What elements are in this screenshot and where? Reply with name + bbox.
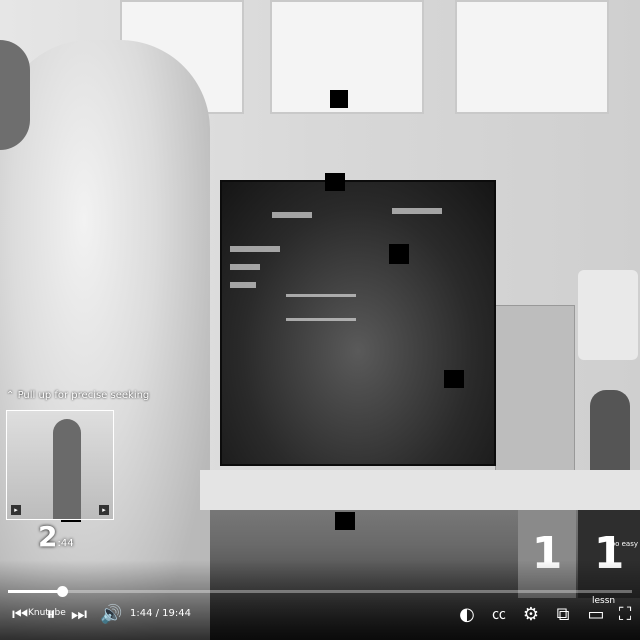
tv-ui-line bbox=[230, 282, 256, 288]
fullscreen-icon[interactable]: ⛶ bbox=[614, 604, 636, 626]
seek-preview-thumbnail: ▸ ▸ bbox=[6, 410, 114, 520]
tv-stand bbox=[200, 470, 640, 510]
tv-ui-line bbox=[230, 246, 280, 252]
miniplayer-icon[interactable]: ⧉ bbox=[552, 604, 574, 626]
occlusion-patch bbox=[335, 512, 355, 530]
occlusion-patch bbox=[444, 370, 464, 388]
time-display: 1:44 / 19:44 bbox=[130, 608, 192, 619]
seek-time: 2:44 bbox=[38, 520, 74, 553]
chevron-up-icon: ⌃ bbox=[6, 390, 15, 401]
autoplay-toggle-icon[interactable]: ◐ bbox=[455, 604, 479, 626]
video-frame[interactable]: 1 1 too easy ⌃ Pull up for precise seekin… bbox=[0, 0, 640, 640]
seek-hint-text: Pull up for precise seeking bbox=[17, 390, 150, 401]
occlusion-patch bbox=[325, 173, 345, 191]
occlusion-patch bbox=[330, 90, 348, 108]
occlusion-patch bbox=[389, 244, 409, 264]
play-icon: ▸ bbox=[11, 505, 21, 515]
progress-fill bbox=[8, 590, 62, 593]
seek-time-major: 2 bbox=[38, 520, 58, 553]
tv-screen bbox=[220, 180, 496, 466]
endscreen-tag: too easy bbox=[608, 540, 638, 548]
progress-scrubber[interactable] bbox=[56, 586, 68, 597]
tv-ui-line bbox=[286, 294, 356, 297]
lamp bbox=[578, 270, 638, 360]
seek-time-minor: :44 bbox=[57, 538, 74, 549]
progress-bar[interactable] bbox=[8, 586, 632, 597]
tv-ui-line bbox=[286, 318, 356, 321]
skip-next-icon[interactable]: ⏭ bbox=[70, 604, 88, 626]
tv-ui-line bbox=[230, 264, 260, 270]
preview-figure bbox=[53, 419, 81, 519]
presenter bbox=[0, 40, 210, 640]
seek-hint: ⌃ Pull up for precise seeking bbox=[6, 390, 149, 401]
tv-ui-line bbox=[272, 212, 312, 218]
tv-ui-line bbox=[392, 208, 442, 214]
pause-icon[interactable]: ⏸ bbox=[42, 604, 60, 626]
theater-mode-icon[interactable]: ▭ bbox=[585, 604, 607, 626]
player-controls: ⏮ Knutube ⏸ ⏭ 🔊 1:44 / 19:44 ◐ ㏄ ⚙ ⧉ les… bbox=[0, 596, 640, 638]
volume-icon[interactable]: 🔊 bbox=[100, 604, 122, 626]
window-right bbox=[455, 0, 609, 114]
presenter-head bbox=[0, 40, 30, 150]
gear-icon[interactable]: ⚙ bbox=[520, 604, 542, 626]
skip-previous-icon[interactable]: ⏮ bbox=[12, 604, 28, 626]
captions-icon[interactable]: ㏄ bbox=[488, 604, 510, 626]
play-icon: ▸ bbox=[99, 505, 109, 515]
